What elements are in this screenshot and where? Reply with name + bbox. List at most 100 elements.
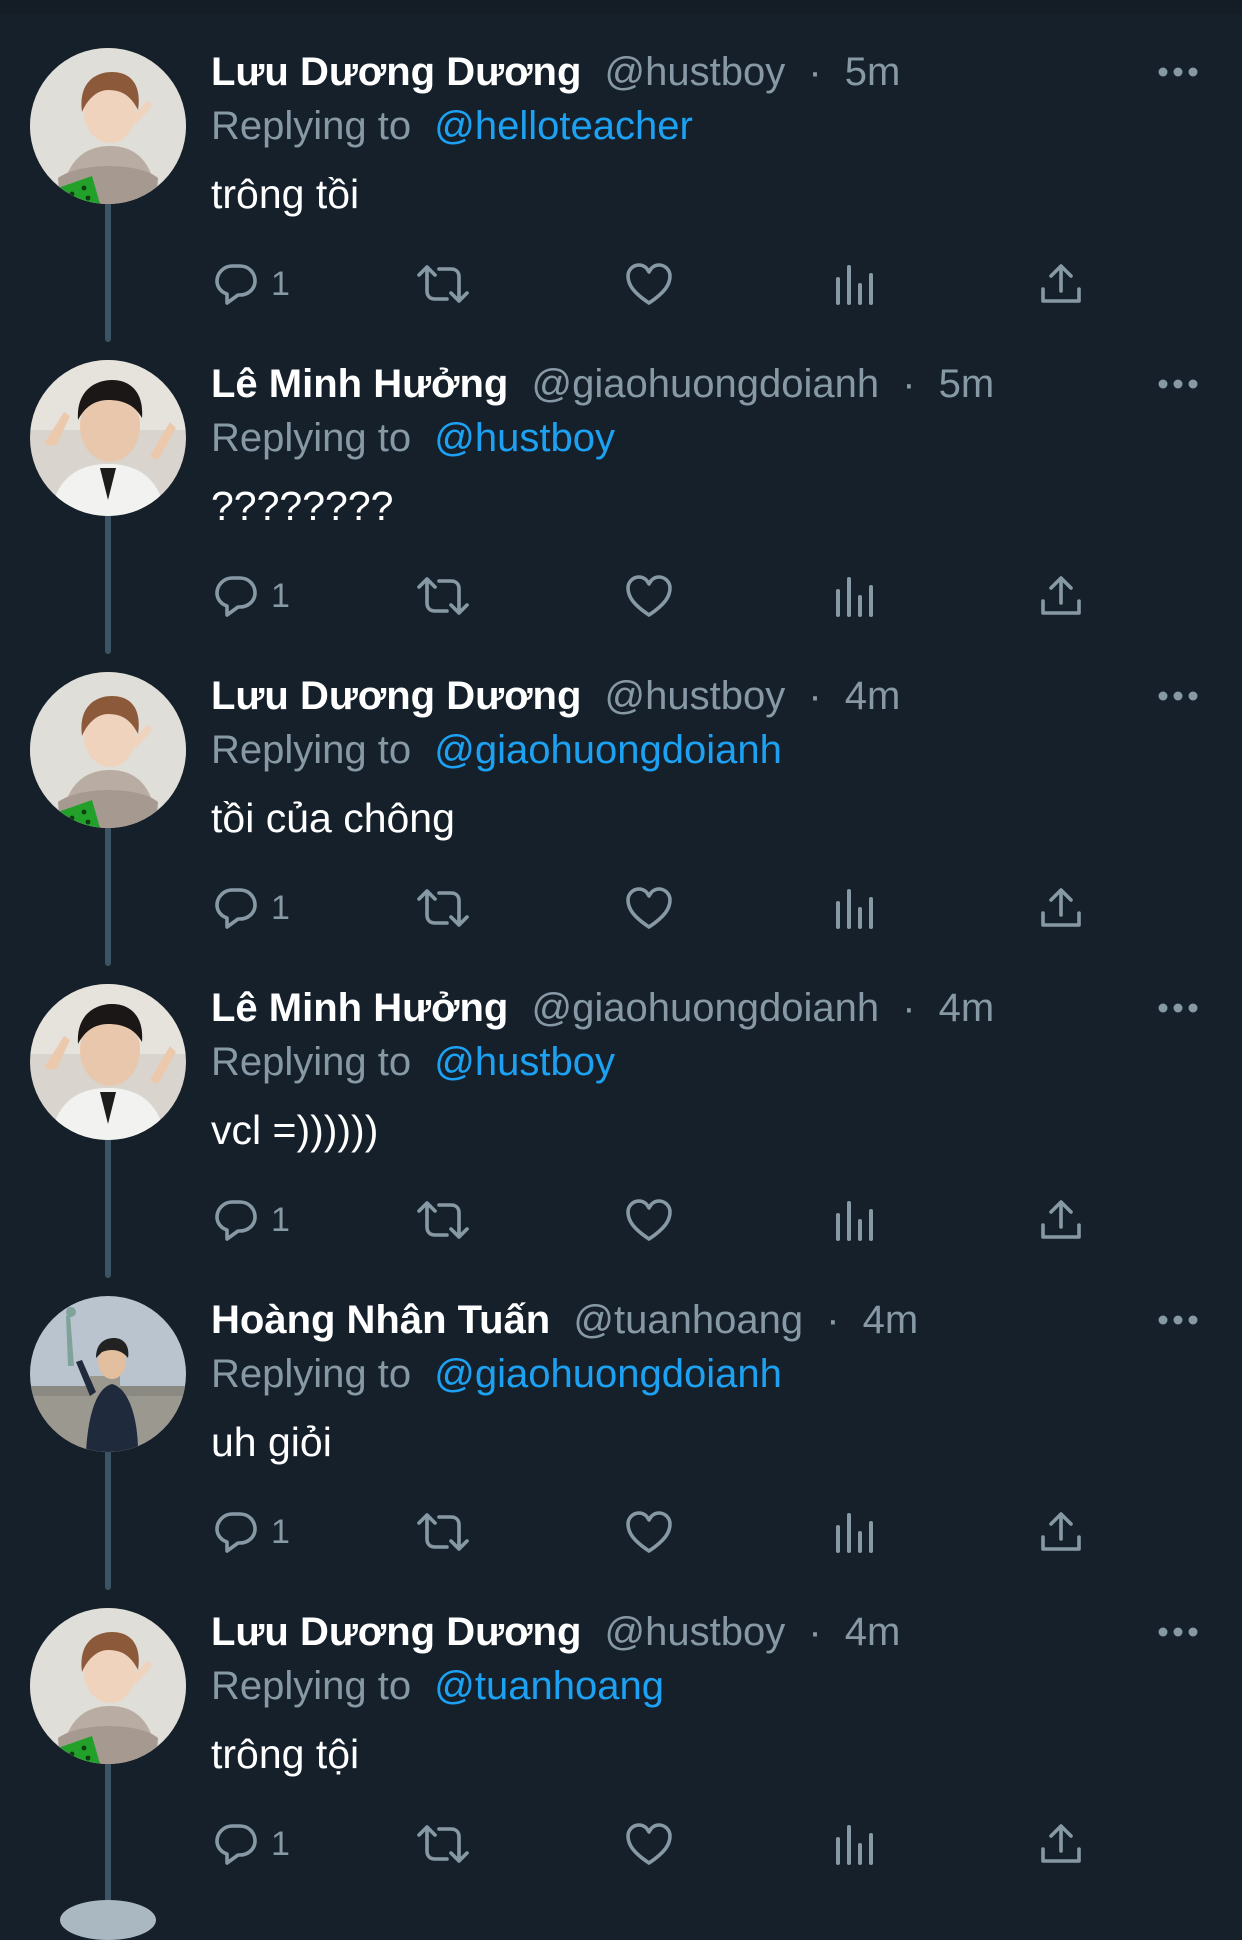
retweet-button[interactable]: [415, 1192, 471, 1248]
replying-to: Replying to @giaohuongdoianh: [211, 1346, 782, 1402]
heart-icon: [624, 1821, 674, 1867]
more-options-icon[interactable]: [1158, 690, 1198, 702]
retweet-icon: [415, 1509, 471, 1555]
replying-to-mention[interactable]: @tuanhoang: [434, 1664, 664, 1708]
user-handle[interactable]: @tuanhoang: [573, 1298, 803, 1342]
share-button[interactable]: [1038, 880, 1084, 936]
timestamp[interactable]: 4m: [845, 674, 901, 718]
retweet-button[interactable]: [415, 568, 471, 624]
avatar-giaohuongdoianh[interactable]: [30, 360, 186, 516]
timestamp[interactable]: 5m: [845, 50, 901, 94]
replying-to-label: Replying to: [211, 1664, 412, 1708]
avatar-giaohuongdoianh[interactable]: [30, 984, 186, 1140]
like-button[interactable]: [624, 1504, 674, 1560]
separator-dot: ·: [826, 1298, 840, 1342]
display-name[interactable]: Hoàng Nhân Tuấn: [211, 1298, 550, 1342]
analytics-button[interactable]: [834, 568, 874, 624]
reply-button[interactable]: 1: [213, 1504, 290, 1560]
replying-to-label: Replying to: [211, 728, 412, 772]
more-options-icon[interactable]: [1158, 1002, 1198, 1014]
reply-count: 1: [271, 1513, 290, 1551]
analytics-button[interactable]: [834, 256, 874, 312]
separator-dot: ·: [808, 1610, 822, 1654]
tweet[interactable]: Hoàng Nhân Tuấn @tuanhoang · 4m Replying…: [0, 1264, 1242, 1576]
avatar-hustboy[interactable]: [30, 1608, 186, 1764]
timestamp[interactable]: 4m: [939, 986, 995, 1030]
user-handle[interactable]: @hustboy: [605, 674, 786, 718]
reply-count: 1: [271, 889, 290, 927]
analytics-button[interactable]: [834, 1816, 874, 1872]
analytics-icon: [834, 1509, 874, 1555]
like-button[interactable]: [624, 256, 674, 312]
reply-icon: [213, 1197, 259, 1243]
heart-icon: [624, 1509, 674, 1555]
user-handle[interactable]: @hustboy: [605, 50, 786, 94]
avatar-hustboy[interactable]: [30, 48, 186, 204]
share-button[interactable]: [1038, 1504, 1084, 1560]
analytics-icon: [834, 1821, 874, 1867]
avatar-tuanhoang[interactable]: [30, 1296, 186, 1452]
like-button[interactable]: [624, 568, 674, 624]
tweet[interactable]: Lê Minh Hưởng @giaohuongdoianh · 5m Repl…: [0, 328, 1242, 640]
timestamp[interactable]: 4m: [845, 1610, 901, 1654]
analytics-icon: [834, 573, 874, 619]
tweet[interactable]: Lưu Dương Dương @hustboy · 4m Replying t…: [0, 1576, 1242, 1888]
analytics-icon: [834, 885, 874, 931]
next-tweet-avatar[interactable]: [60, 1900, 156, 1940]
share-button[interactable]: [1038, 1192, 1084, 1248]
retweet-button[interactable]: [415, 1816, 471, 1872]
retweet-button[interactable]: [415, 880, 471, 936]
timestamp[interactable]: 5m: [939, 362, 995, 406]
more-options-icon[interactable]: [1158, 66, 1198, 78]
user-handle[interactable]: @hustboy: [605, 1610, 786, 1654]
display-name[interactable]: Lưu Dương Dương: [211, 1610, 581, 1654]
replying-to-mention[interactable]: @hustboy: [434, 416, 615, 460]
replying-to-mention[interactable]: @giaohuongdoianh: [434, 1352, 782, 1396]
replying-to: Replying to @tuanhoang: [211, 1658, 664, 1714]
like-button[interactable]: [624, 1816, 674, 1872]
replying-to-mention[interactable]: @giaohuongdoianh: [434, 728, 782, 772]
reply-button[interactable]: 1: [213, 1192, 290, 1248]
retweet-icon: [415, 573, 471, 619]
analytics-button[interactable]: [834, 1504, 874, 1560]
tweet-header: Lưu Dương Dương @hustboy · 4m: [211, 1604, 1142, 1660]
tweet-header: Lê Minh Hưởng @giaohuongdoianh · 5m: [211, 356, 1142, 412]
user-handle[interactable]: @giaohuongdoianh: [532, 986, 880, 1030]
reply-button[interactable]: 1: [213, 568, 290, 624]
top-edge: [0, 0, 1242, 14]
avatar-hustboy[interactable]: [30, 672, 186, 828]
share-button[interactable]: [1038, 1816, 1084, 1872]
tweet-actions: 1: [0, 880, 1242, 936]
display-name[interactable]: Lê Minh Hưởng: [211, 362, 508, 406]
replying-to-mention[interactable]: @hustboy: [434, 1040, 615, 1084]
user-handle[interactable]: @giaohuongdoianh: [532, 362, 880, 406]
reply-button[interactable]: 1: [213, 256, 290, 312]
reply-button[interactable]: 1: [213, 880, 290, 936]
display-name[interactable]: Lưu Dương Dương: [211, 674, 581, 718]
retweet-button[interactable]: [415, 1504, 471, 1560]
display-name[interactable]: Lê Minh Hưởng: [211, 986, 508, 1030]
analytics-button[interactable]: [834, 1192, 874, 1248]
share-button[interactable]: [1038, 256, 1084, 312]
more-options-icon[interactable]: [1158, 378, 1198, 390]
share-button[interactable]: [1038, 568, 1084, 624]
tweet[interactable]: Lưu Dương Dương @hustboy · 4m Replying t…: [0, 640, 1242, 952]
share-icon: [1038, 1197, 1084, 1243]
display-name[interactable]: Lưu Dương Dương: [211, 50, 581, 94]
tweet[interactable]: Lê Minh Hưởng @giaohuongdoianh · 4m Repl…: [0, 952, 1242, 1264]
tweet-text: ????????: [211, 483, 394, 529]
more-options-icon[interactable]: [1158, 1314, 1198, 1326]
tweet[interactable]: Lưu Dương Dương @hustboy · 5m Replying t…: [0, 16, 1242, 328]
like-button[interactable]: [624, 1192, 674, 1248]
heart-icon: [624, 1197, 674, 1243]
analytics-button[interactable]: [834, 880, 874, 936]
retweet-button[interactable]: [415, 256, 471, 312]
like-button[interactable]: [624, 880, 674, 936]
share-icon: [1038, 261, 1084, 307]
replying-to-mention[interactable]: @helloteacher: [434, 104, 693, 148]
more-options-icon[interactable]: [1158, 1626, 1198, 1638]
heart-icon: [624, 573, 674, 619]
reply-button[interactable]: 1: [213, 1816, 290, 1872]
timestamp[interactable]: 4m: [863, 1298, 919, 1342]
retweet-icon: [415, 261, 471, 307]
